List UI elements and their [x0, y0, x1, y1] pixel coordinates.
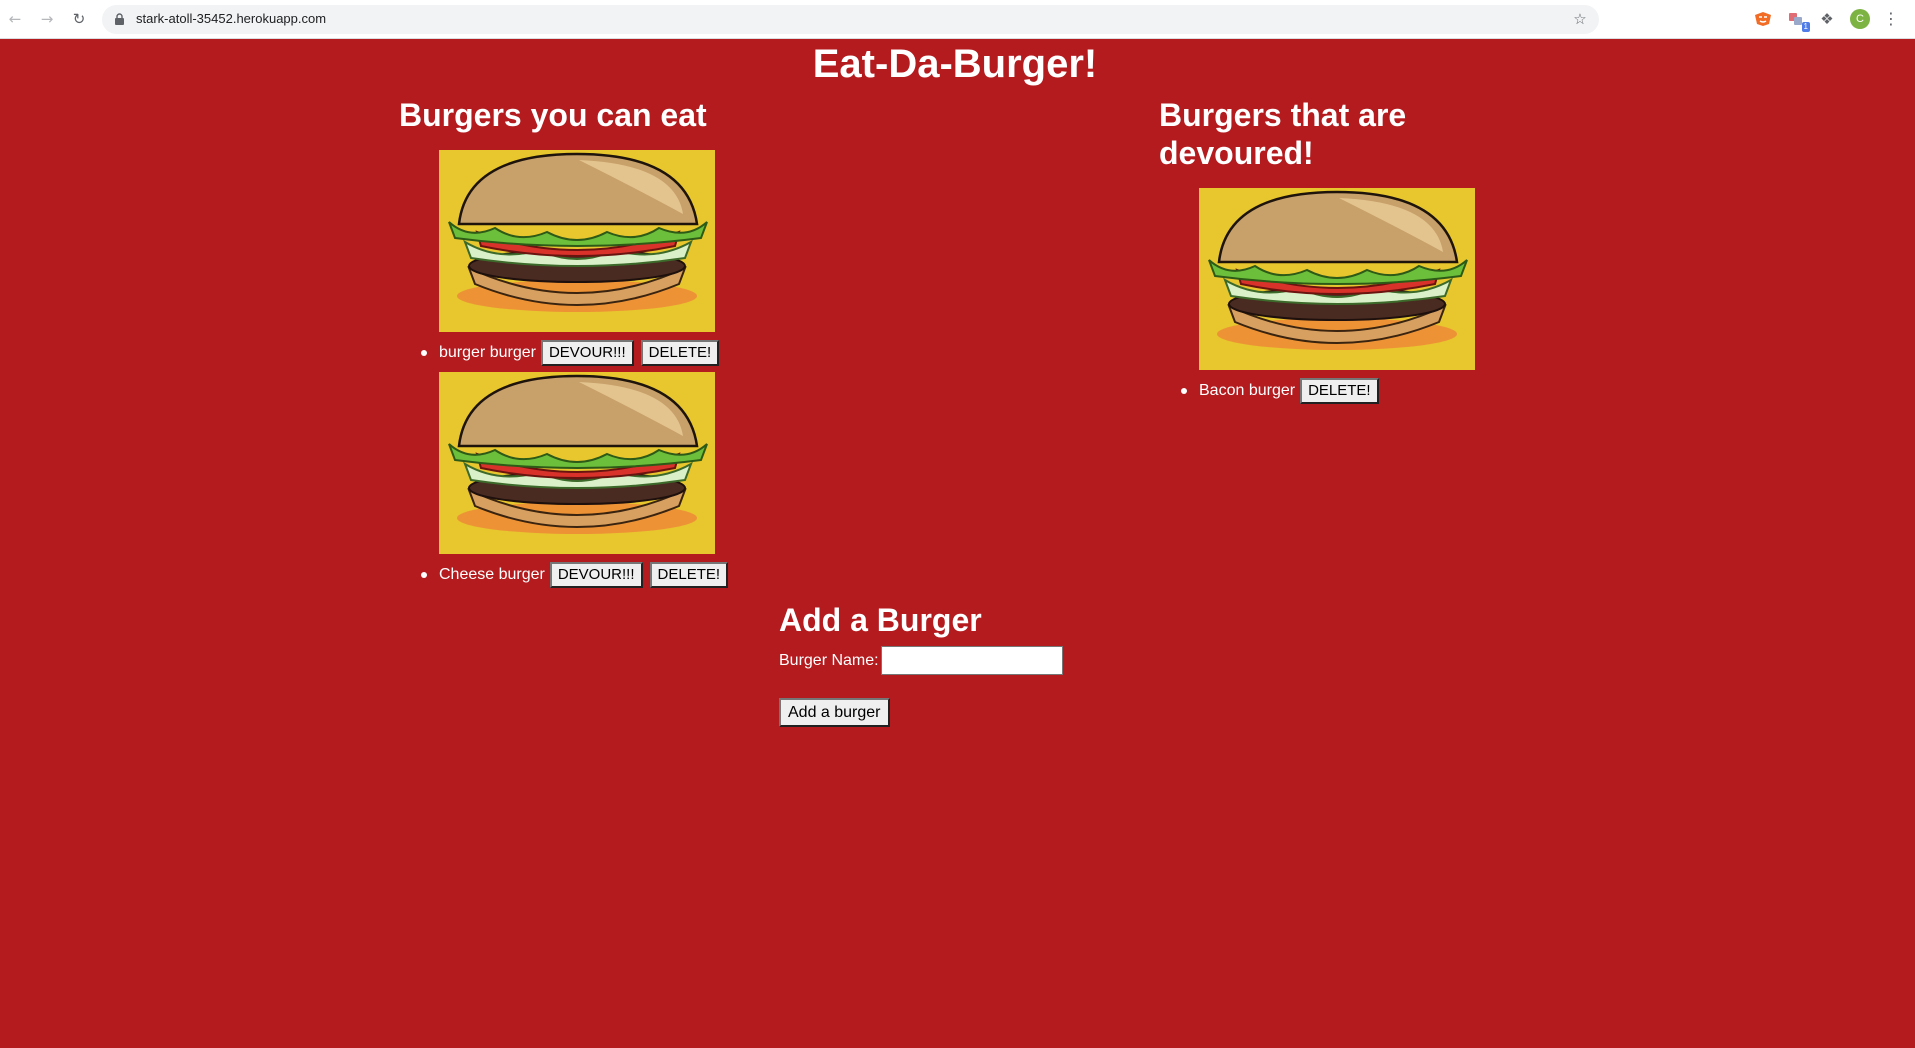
burger-image — [439, 372, 715, 554]
burger-name: burger burger — [439, 344, 536, 361]
lock-icon — [115, 13, 124, 25]
url-text: stark-atoll-35452.herokuapp.com — [136, 11, 327, 26]
back-icon[interactable]: ← — [4, 8, 26, 30]
honey-extension-icon[interactable] — [1753, 9, 1773, 29]
profile-avatar[interactable]: C — [1850, 9, 1870, 29]
burger-image — [1199, 188, 1475, 370]
extension-badge: 1 — [1801, 22, 1810, 32]
extensions-puzzle-icon[interactable]: ❖ — [1817, 9, 1837, 29]
reload-icon[interactable]: ↻ — [68, 8, 90, 30]
browser-toolbar: ← → ↻ stark-atoll-35452.herokuapp.com ☆ … — [0, 0, 1915, 39]
bookmark-star-icon[interactable]: ☆ — [1571, 10, 1589, 28]
extension-icon[interactable]: 1 — [1786, 9, 1810, 32]
devour-button[interactable]: DEVOUR!!! — [549, 562, 643, 588]
burger-name: Bacon burger — [1199, 382, 1296, 399]
address-bar[interactable]: stark-atoll-35452.herokuapp.com ☆ — [102, 5, 1599, 34]
delete-button[interactable]: DELETE! — [1300, 378, 1379, 404]
add-burger-button[interactable]: Add a burger — [779, 698, 890, 727]
forward-icon[interactable]: → — [36, 8, 58, 30]
burger-name-label: Burger Name: — [779, 652, 879, 669]
devoured-heading: Burgers that are devoured! — [1159, 97, 1407, 171]
burger-image — [439, 150, 715, 332]
uneaten-heading: Burgers you can eat — [399, 97, 707, 133]
add-burger-heading: Add a Burger — [779, 602, 982, 638]
page-title: Eat-Da-Burger! — [812, 42, 1098, 86]
burger-name: Cheese burger — [439, 566, 545, 583]
active-tab-indicator — [955, 0, 1203, 2]
delete-button[interactable]: DELETE! — [640, 340, 720, 366]
delete-button[interactable]: DELETE! — [649, 562, 729, 588]
devour-button[interactable]: DEVOUR!!! — [540, 340, 634, 366]
burger-name-input[interactable] — [881, 646, 1063, 675]
browser-menu-icon[interactable]: ⋮ — [1883, 9, 1899, 29]
